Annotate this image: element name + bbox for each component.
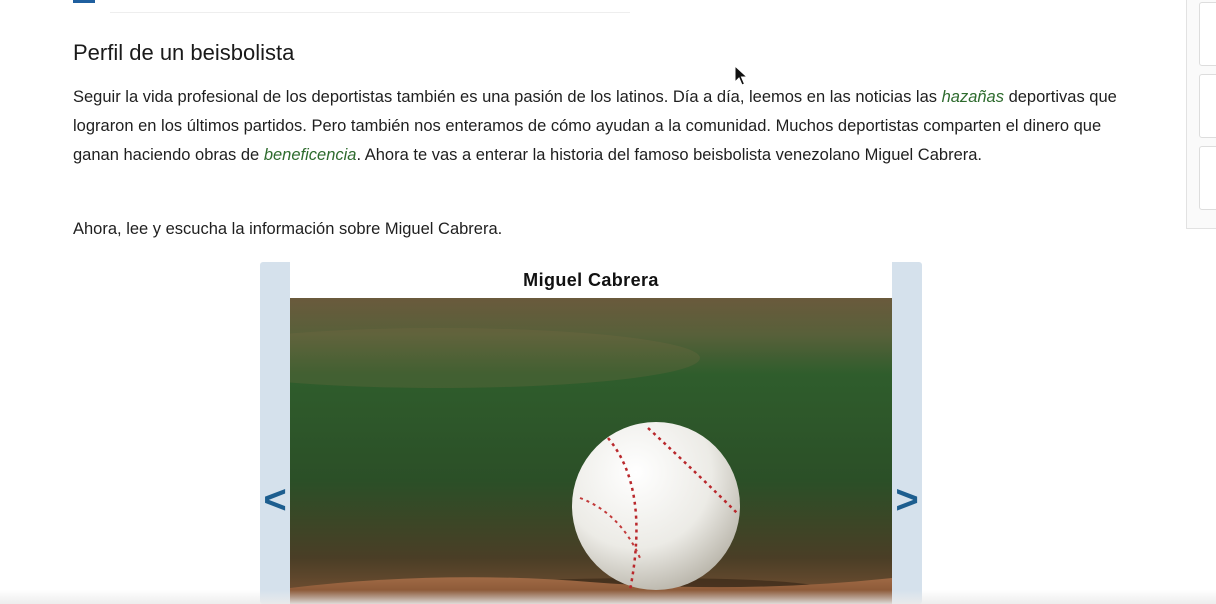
side-panel-card[interactable] xyxy=(1199,146,1216,210)
chevron-left-icon[interactable]: < xyxy=(260,480,290,520)
glossary-term-beneficencia[interactable]: beneficencia xyxy=(264,146,357,164)
section-title: Perfil de un beisbolista xyxy=(73,40,295,65)
right-side-panel xyxy=(1186,0,1216,229)
side-panel-card[interactable] xyxy=(1199,74,1216,138)
glossary-term-hazanas[interactable]: hazañas xyxy=(942,88,1004,106)
baseball-photo xyxy=(290,298,892,604)
bottom-fade xyxy=(0,590,1216,604)
chevron-right-icon[interactable]: > xyxy=(892,480,922,520)
top-accent-mark xyxy=(73,0,95,3)
intro-paragraph: Seguir la vida profesional de los deport… xyxy=(73,83,1133,170)
intro-text: Seguir la vida profesional de los deport… xyxy=(73,88,942,106)
instruction-text: Ahora, lee y escucha la información sobr… xyxy=(73,220,503,238)
side-panel-card[interactable] xyxy=(1199,2,1216,66)
slide-title: Miguel Cabrera xyxy=(290,262,892,298)
top-divider xyxy=(110,12,630,13)
intro-text: . Ahora te vas a enterar la historia del… xyxy=(356,146,983,164)
image-slideshow: Miguel Cabrera < > xyxy=(260,262,922,604)
